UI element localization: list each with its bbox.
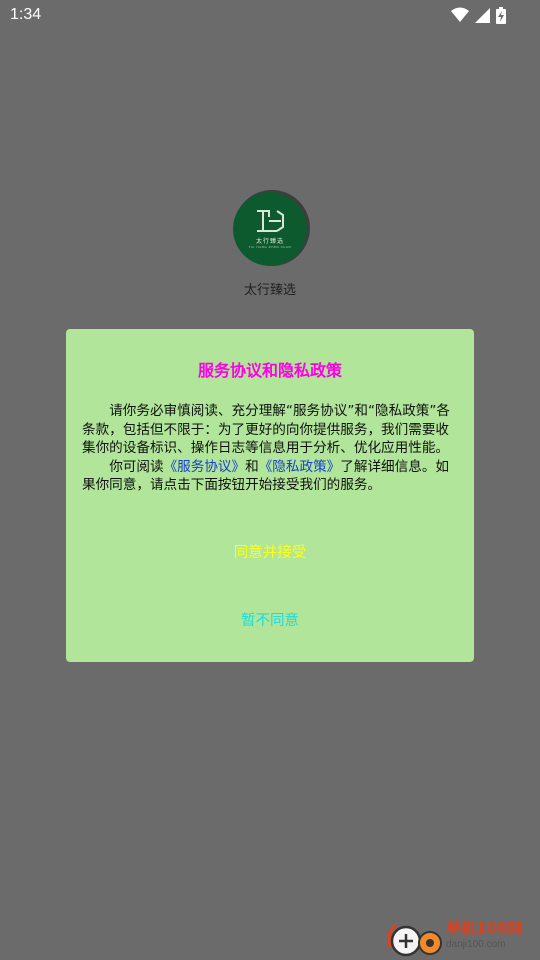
paragraph-2-prefix: 你可阅读 <box>109 458 164 475</box>
accept-button[interactable]: 同意并接受 <box>66 541 474 562</box>
cellular-signal-icon <box>475 7 490 23</box>
app-name: 太行臻选 <box>243 283 296 298</box>
watermark: 单机100网 danji100.com <box>384 917 534 957</box>
battery-charging-icon <box>496 6 506 24</box>
watermark-url: danji100.com <box>446 939 506 950</box>
dialog-body: 请你务必审慎阅读、充分理解“服务协议”和“隐私政策”各条款，包括但不限于：为了更… <box>82 402 458 495</box>
status-bar: 1:34 <box>0 0 540 30</box>
wifi-icon <box>451 7 469 23</box>
dialog-paragraph-2: 你可阅读《服务协议》和《隐私政策》了解详细信息。如果你同意，请点击下面按钮开始接… <box>82 458 458 495</box>
privacy-policy-link[interactable]: 《隐私政策》 <box>259 459 341 475</box>
logo-mark-icon <box>257 210 284 232</box>
dialog-title: 服务协议和隐私政策 <box>197 361 342 380</box>
app-logo: 太行臻选 TAI HANG ZHEN XUAN <box>233 192 307 266</box>
status-time: 1:34 <box>10 6 42 23</box>
gamepad-logo-icon <box>387 923 442 957</box>
paragraph-2-and: 和 <box>245 458 259 475</box>
status-icons <box>451 6 506 24</box>
dialog-paragraph-1: 请你务必审慎阅读、充分理解“服务协议”和“隐私政策”各条款，包括但不限于：为了更… <box>82 403 451 456</box>
service-agreement-link[interactable]: 《服务协议》 <box>164 459 246 475</box>
decline-button[interactable]: 暂不同意 <box>66 609 474 630</box>
watermark-title: 单机100网 <box>446 919 523 937</box>
logo-subtext: TAI HANG ZHEN XUAN <box>248 245 292 249</box>
privacy-dialog: 服务协议和隐私政策 请你务必审慎阅读、充分理解“服务协议”和“隐私政策”各条款，… <box>66 329 474 662</box>
logo-text: 太行臻选 <box>255 238 284 245</box>
